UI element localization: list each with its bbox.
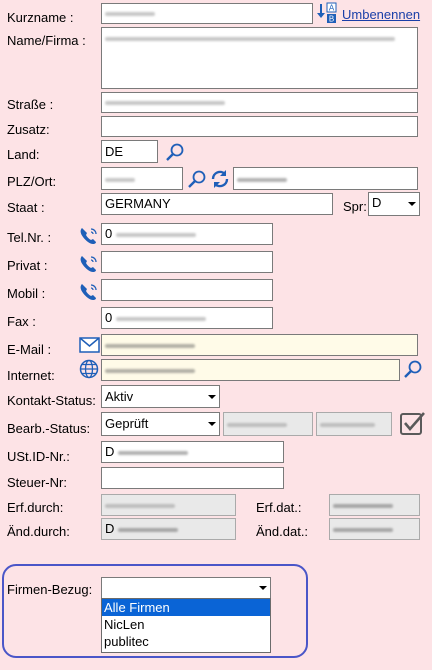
bearb-date-field (316, 412, 392, 436)
zusatz-field[interactable] (101, 116, 418, 137)
refresh-icon[interactable] (208, 167, 232, 191)
bearb-status-dropdown-button[interactable] (204, 413, 219, 435)
telnr-label: Tel.Nr. : (7, 230, 52, 245)
name-firma-label: Name/Firma : (7, 33, 86, 48)
steuer-field[interactable] (101, 467, 284, 489)
land-field[interactable]: DE (101, 140, 158, 163)
kontakt-status-dropdown-button[interactable] (204, 386, 219, 407)
telnr-prefix: 0 (105, 226, 113, 241)
bearb-status-label: Bearb.-Status: (7, 421, 91, 436)
spr-dropdown-button[interactable] (404, 193, 419, 215)
internet-search-icon[interactable] (402, 358, 424, 380)
kontakt-status-select[interactable]: Aktiv (101, 385, 220, 408)
telnr-field[interactable]: 0 (101, 223, 273, 245)
privat-phone-icon[interactable] (77, 252, 101, 276)
checkbox-check-icon[interactable] (398, 410, 428, 438)
firmen-option-publitec[interactable]: publitec (102, 633, 270, 650)
svg-text:A: A (329, 4, 335, 13)
strasse-field[interactable] (101, 92, 418, 113)
kontakt-status-label: Kontakt-Status: (7, 393, 96, 408)
bearb-status-value: Geprüft (105, 416, 149, 431)
rename-sort-icon[interactable]: A B (316, 2, 338, 24)
firmen-bezug-select[interactable] (101, 577, 271, 599)
aend-durch-field: D (101, 518, 236, 540)
globe-icon[interactable] (78, 358, 100, 380)
svg-text:B: B (329, 15, 334, 24)
aend-dat-label: Änd.dat.: (256, 524, 309, 539)
bearb-by-field (223, 412, 313, 436)
plz-search-icon[interactable] (186, 168, 208, 190)
mobil-label: Mobil : (7, 286, 46, 301)
email-field[interactable] (101, 334, 418, 356)
kurzname-field[interactable] (101, 3, 313, 24)
fax-prefix: 0 (105, 310, 113, 325)
firmen-option-alle[interactable]: Alle Firmen (102, 599, 270, 616)
mobil-phone-icon[interactable] (77, 280, 101, 304)
aend-durch-prefix: D (105, 521, 115, 536)
firmen-option-niclen[interactable]: NicLen (102, 616, 270, 633)
erf-durch-field (101, 494, 236, 516)
spr-value: D (372, 195, 382, 210)
firmen-bezug-listbox[interactable]: Alle Firmen NicLen publitec (101, 598, 271, 653)
kontakt-status-value: Aktiv (105, 389, 134, 404)
privat-field[interactable] (101, 251, 273, 273)
land-label: Land: (7, 147, 40, 162)
staat-field[interactable]: GERMANY (101, 193, 333, 215)
ustid-label: USt.ID-Nr.: (7, 449, 70, 464)
aend-durch-label: Änd.durch: (7, 524, 70, 539)
zusatz-label: Zusatz: (7, 122, 50, 137)
ort-field[interactable] (233, 167, 418, 190)
search-icon[interactable] (164, 141, 186, 163)
ustid-prefix: D (105, 444, 115, 459)
ustid-field[interactable]: D (101, 441, 284, 463)
aend-dat-field (329, 518, 420, 540)
fax-label: Fax : (7, 314, 36, 329)
plz-field[interactable] (101, 167, 183, 190)
erf-dat-label: Erf.dat.: (256, 500, 302, 515)
firmen-bezug-dropdown-button[interactable] (255, 578, 270, 598)
email-label: E-Mail : (7, 342, 52, 357)
mail-icon[interactable] (78, 335, 100, 355)
phone-icon[interactable] (77, 224, 101, 248)
internet-label: Internet: (7, 368, 55, 383)
erf-durch-label: Erf.durch: (7, 500, 64, 515)
privat-label: Privat : (7, 258, 48, 273)
bearb-status-select[interactable]: Geprüft (101, 412, 220, 436)
spr-label: Spr: (343, 199, 367, 214)
spr-select[interactable]: D (368, 192, 420, 216)
steuer-label: Steuer-Nr: (7, 475, 67, 490)
erf-dat-field (329, 494, 420, 516)
staat-label: Staat : (7, 200, 45, 215)
mobil-field[interactable] (101, 279, 273, 301)
internet-field[interactable] (101, 359, 400, 381)
umbenennen-link[interactable]: Umbenennen (342, 7, 420, 23)
kurzname-label: Kurzname : (7, 10, 74, 25)
firmen-bezug-label: Firmen-Bezug: (7, 582, 93, 597)
plz-ort-label: PLZ/Ort: (7, 174, 57, 189)
name-firma-field[interactable] (101, 27, 418, 89)
strasse-label: Straße : (7, 97, 54, 112)
fax-field[interactable]: 0 (101, 307, 273, 329)
